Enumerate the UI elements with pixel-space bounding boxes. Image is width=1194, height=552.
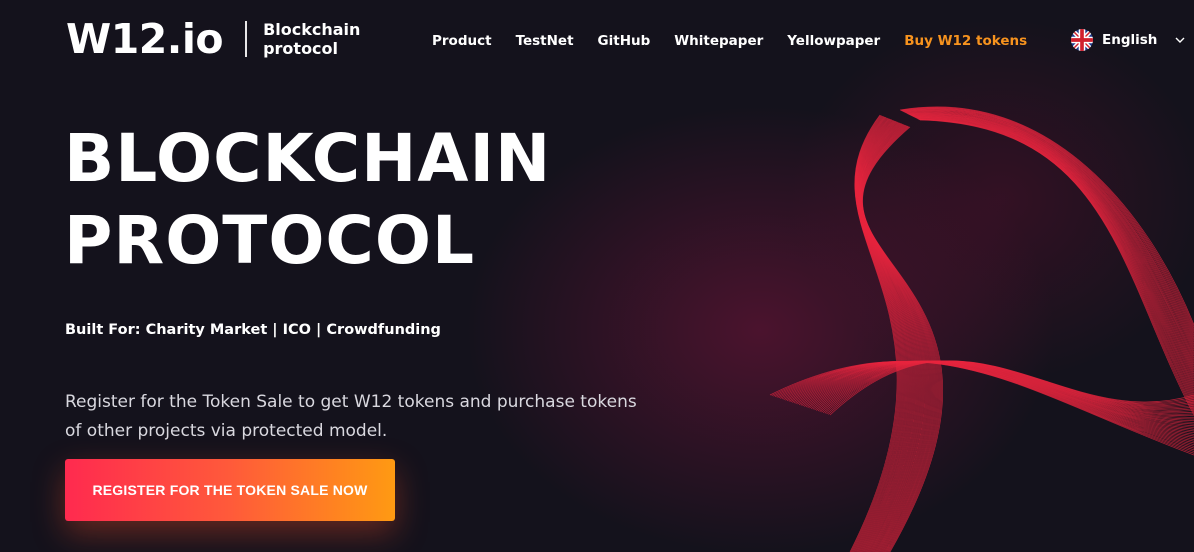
- logo-wordmark: W12.io: [66, 15, 224, 63]
- nav-item-yellowpaper[interactable]: Yellowpaper: [787, 33, 880, 49]
- nav-item-product[interactable]: Product: [432, 33, 492, 49]
- hero-title-line2: PROTOCOL: [64, 202, 476, 279]
- nav-item-github[interactable]: GitHub: [598, 33, 651, 49]
- decorative-wave-graphic: [769, 106, 1194, 552]
- logo-tagline: Blockchain protocol: [263, 20, 360, 58]
- logo[interactable]: W12.io Blockchain protocol: [66, 16, 360, 62]
- site-header: W12.io Blockchain protocol Product TestN…: [0, 0, 1194, 80]
- uk-flag-icon: [1071, 29, 1093, 51]
- hero-title: BLOCKCHAIN PROTOCOL: [64, 118, 551, 282]
- built-for-text: Built For: Charity Market | ICO | Crowdf…: [65, 322, 441, 338]
- nav-item-buy-tokens[interactable]: Buy W12 tokens: [904, 33, 1027, 49]
- nav-item-testnet[interactable]: TestNet: [516, 33, 574, 49]
- wave-line: [909, 114, 1194, 369]
- main-nav: Product TestNet GitHub Whitepaper Yellow…: [432, 33, 1027, 49]
- logo-tagline-line2: protocol: [263, 39, 339, 58]
- wave-line: [908, 113, 1194, 365]
- language-label: English: [1102, 32, 1158, 48]
- register-token-sale-button[interactable]: REGISTER FOR THE TOKEN SALE NOW: [65, 459, 395, 521]
- hero-title-line1: BLOCKCHAIN: [64, 120, 552, 197]
- hero-description: Register for the Token Sale to get W12 t…: [65, 392, 637, 441]
- logo-tagline-line1: Blockchain: [263, 20, 361, 39]
- language-selector[interactable]: English: [1071, 29, 1185, 51]
- chevron-down-icon: [1175, 37, 1185, 43]
- wave-line: [908, 112, 1194, 363]
- nav-item-whitepaper[interactable]: Whitepaper: [674, 33, 763, 49]
- logo-divider: [245, 21, 248, 57]
- wave-line: [909, 113, 1194, 367]
